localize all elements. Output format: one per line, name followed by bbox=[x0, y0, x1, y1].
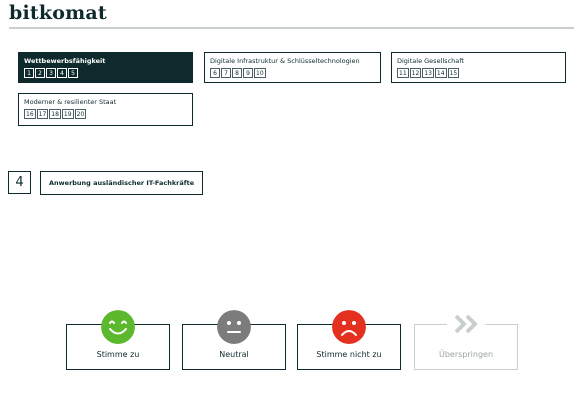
thesis-number-button[interactable]: 15 bbox=[447, 68, 460, 78]
explanation-button[interactable]: Erläuterung bbox=[33, 273, 84, 292]
thesis-number-button[interactable]: 16 bbox=[24, 109, 36, 119]
thesis-number-button[interactable]: 14 bbox=[434, 68, 447, 78]
category-title: Digitale Infrastruktur & Schlüsseltechno… bbox=[210, 57, 360, 65]
thesis-number-button[interactable]: 6 bbox=[210, 68, 220, 78]
thesis-number-button[interactable]: 2 bbox=[35, 68, 45, 78]
thesis-number-badge: 4 bbox=[8, 171, 31, 194]
thesis-number-button[interactable]: 17 bbox=[36, 109, 49, 119]
disagree-button[interactable]: Stimme nicht zu bbox=[297, 310, 401, 370]
thesis-number-button[interactable]: 7 bbox=[221, 68, 231, 78]
category-title: Wettbewerbsfähigkeit bbox=[24, 57, 106, 65]
smiley-happy-icon bbox=[101, 310, 135, 344]
thesis-number-list: 16 17 18 19 20 bbox=[24, 109, 187, 119]
thesis-title: Anwerbung ausländischer IT-Fachkräfte bbox=[40, 171, 204, 195]
thesis-number-button[interactable]: 18 bbox=[49, 109, 61, 119]
thesis-card bbox=[17, 179, 566, 300]
thesis-number-button[interactable]: 9 bbox=[243, 68, 253, 78]
thesis-number-button[interactable]: 20 bbox=[74, 109, 87, 119]
category-title: Digitale Gesellschaft bbox=[397, 57, 464, 65]
smiley-neutral-icon bbox=[217, 310, 251, 344]
thesis-number-button[interactable]: 19 bbox=[61, 109, 74, 119]
thesis-number-list: 6 7 8 9 10 bbox=[210, 68, 375, 78]
thesis-number-button[interactable]: 8 bbox=[232, 68, 242, 78]
thesis-statement: Deutschland ist zwingend auf ausländisch… bbox=[33, 207, 540, 232]
neutral-label: Neutral bbox=[219, 350, 249, 359]
thesis-number-button[interactable]: 10 bbox=[254, 68, 266, 78]
smiley-sad-icon bbox=[332, 310, 366, 344]
thesis-number-button[interactable]: 11 bbox=[397, 68, 409, 78]
category-title: Moderner & resilienter Staat bbox=[24, 98, 117, 106]
brand-logo[interactable]: bitkomat bbox=[9, 2, 107, 24]
thesis-number-button[interactable]: 1 bbox=[24, 68, 34, 78]
thesis-number-button[interactable]: 12 bbox=[409, 68, 422, 78]
thesis-number-button[interactable]: 5 bbox=[68, 68, 78, 78]
thesis-number-button[interactable]: 4 bbox=[57, 68, 67, 78]
thesis-number-button[interactable]: 13 bbox=[422, 68, 434, 78]
category-digitale-infrastruktur[interactable]: Digitale Infrastruktur & Schlüsseltechno… bbox=[204, 52, 381, 83]
category-moderner-staat[interactable]: Moderner & resilienter Staat 16 17 18 19… bbox=[18, 93, 193, 126]
neutral-button[interactable]: Neutral bbox=[182, 310, 286, 370]
disagree-label: Stimme nicht zu bbox=[316, 350, 382, 359]
skip-button[interactable]: Überspringen bbox=[414, 312, 518, 370]
skip-label: Überspringen bbox=[438, 350, 494, 359]
category-wettbewerbsfaehigkeit[interactable]: Wettbewerbsfähigkeit 1 2 3 4 5 bbox=[18, 52, 193, 83]
header-divider bbox=[9, 27, 574, 29]
category-digitale-gesellschaft[interactable]: Digitale Gesellschaft 11 12 13 14 15 bbox=[391, 52, 566, 83]
double-chevron-right-icon bbox=[447, 312, 485, 336]
thesis-number-list: 1 2 3 4 5 bbox=[24, 68, 187, 78]
agree-button[interactable]: Stimme zu bbox=[66, 310, 170, 370]
agree-label: Stimme zu bbox=[96, 350, 140, 359]
thesis-number-list: 11 12 13 14 15 bbox=[397, 68, 560, 78]
thesis-number-button[interactable]: 3 bbox=[46, 68, 56, 78]
